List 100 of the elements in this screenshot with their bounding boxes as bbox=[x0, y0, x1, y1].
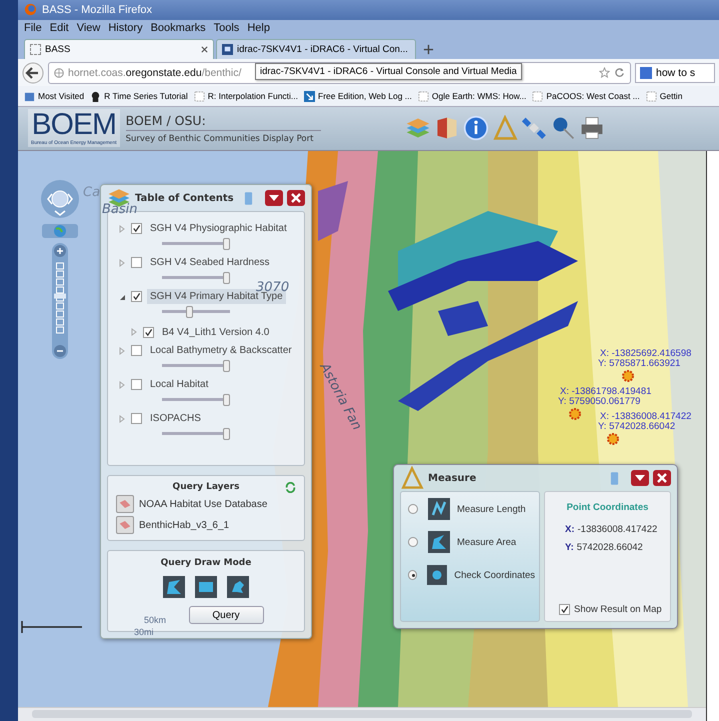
menu-item[interactable]: Tools bbox=[214, 22, 240, 34]
minimize-icon[interactable] bbox=[265, 190, 283, 206]
coordinate-value: -13836008.417422 bbox=[578, 524, 658, 535]
bookmark-item[interactable]: Free Edition, Web Log ... bbox=[304, 90, 412, 102]
option-label[interactable]: Measure Area bbox=[457, 536, 516, 548]
bookmark-item[interactable]: R Time Series Tutorial bbox=[90, 90, 188, 102]
expand-arrow-icon[interactable] bbox=[118, 258, 126, 266]
expand-arrow-icon[interactable] bbox=[118, 346, 126, 354]
bookmark-item[interactable]: R: Interpolation Functi... bbox=[194, 90, 298, 102]
globe-icon[interactable] bbox=[42, 224, 78, 238]
horizontal-scrollbar[interactable] bbox=[18, 707, 706, 721]
layer-name[interactable]: B4 V4_Lith1 Version 4.0 bbox=[159, 324, 272, 340]
menu-item[interactable]: View bbox=[76, 22, 100, 34]
map-region bbox=[318, 181, 348, 241]
menu-item[interactable]: Bookmarks bbox=[150, 22, 206, 34]
blank-page-icon bbox=[646, 90, 657, 102]
browser-tab[interactable]: BASS bbox=[24, 38, 214, 59]
radio-button[interactable] bbox=[408, 537, 418, 547]
blank-page-icon bbox=[30, 44, 41, 55]
close-icon[interactable] bbox=[287, 190, 305, 206]
radio-button[interactable] bbox=[408, 504, 418, 514]
checkbox[interactable] bbox=[559, 604, 570, 615]
slider-thumb[interactable] bbox=[223, 394, 230, 406]
polygon-tool-icon[interactable] bbox=[163, 576, 185, 598]
bookmark-item[interactable]: PaCOOS: West Coast ... bbox=[532, 90, 640, 102]
option-label[interactable]: Check Coordinates bbox=[454, 570, 535, 580]
slider-thumb[interactable] bbox=[223, 238, 230, 250]
query-layer-name: BenthicHab_v3_6_1 bbox=[139, 520, 230, 530]
folder-icon bbox=[24, 90, 35, 102]
eraser-button[interactable] bbox=[116, 516, 134, 534]
location-marker-icon[interactable] bbox=[607, 433, 619, 445]
slider-thumb[interactable] bbox=[223, 272, 230, 284]
layer-checkbox[interactable] bbox=[131, 257, 142, 268]
new-tab-icon[interactable] bbox=[423, 44, 434, 55]
expand-arrow-icon[interactable] bbox=[118, 414, 126, 422]
bookmark-item[interactable]: Most Visited bbox=[24, 90, 84, 102]
search-engine-icon bbox=[640, 66, 652, 79]
reload-icon[interactable] bbox=[614, 67, 625, 78]
line-tool-icon[interactable] bbox=[428, 498, 450, 520]
star-icon[interactable] bbox=[599, 67, 610, 78]
layer-name[interactable]: Local Habitat bbox=[147, 377, 212, 392]
slider-thumb[interactable] bbox=[186, 306, 194, 318]
query-button[interactable]: Query bbox=[188, 606, 264, 624]
layer-name[interactable]: ISOPACHS bbox=[147, 411, 204, 426]
pin-icon[interactable] bbox=[244, 192, 253, 204]
layer-checkbox[interactable] bbox=[131, 345, 142, 356]
collapse-arrow-icon[interactable] bbox=[118, 292, 126, 300]
arrow-icon bbox=[304, 90, 316, 102]
layer-checkbox[interactable] bbox=[131, 291, 142, 302]
pan-control-icon[interactable] bbox=[40, 179, 80, 219]
menu-item[interactable]: Edit bbox=[50, 22, 69, 34]
slider-thumb[interactable] bbox=[223, 360, 230, 372]
scale-label: 50km bbox=[144, 615, 166, 625]
freehand-tool-icon[interactable] bbox=[227, 576, 249, 598]
menu-item[interactable]: File bbox=[24, 22, 42, 34]
location-marker-icon[interactable] bbox=[569, 408, 581, 420]
blank-page-icon bbox=[418, 90, 429, 102]
info-icon[interactable] bbox=[462, 115, 489, 142]
coordinate-value: 5742028.66042 bbox=[576, 542, 643, 553]
coordinate-label: Y: 5742028.66042 bbox=[598, 421, 676, 432]
layer-checkbox[interactable] bbox=[131, 413, 142, 424]
menu-item[interactable]: Help bbox=[247, 22, 270, 34]
person-icon bbox=[90, 90, 102, 102]
zoom-thumb[interactable] bbox=[54, 294, 66, 299]
blank-page-icon bbox=[532, 90, 544, 102]
minimize-icon[interactable] bbox=[631, 470, 649, 486]
search-field[interactable]: how to s bbox=[635, 62, 715, 83]
expand-arrow-icon[interactable] bbox=[118, 224, 126, 232]
layer-name[interactable]: SGH V4 Physiographic Habitat bbox=[147, 221, 290, 236]
radio-button[interactable] bbox=[408, 570, 418, 580]
checkbox-label[interactable]: Show Result on Map bbox=[574, 604, 662, 615]
layer-checkbox[interactable] bbox=[131, 223, 142, 234]
browser-tab[interactable]: idrac-7SKV4V1 - iDRAC6 - Virtual Con... bbox=[216, 38, 416, 59]
eraser-button[interactable] bbox=[116, 495, 134, 513]
layer-checkbox[interactable] bbox=[131, 379, 142, 390]
bookmark-item[interactable]: Gettin bbox=[646, 90, 682, 102]
point-tool-icon[interactable] bbox=[427, 564, 448, 586]
expand-arrow-icon[interactable] bbox=[130, 328, 138, 336]
slider-thumb[interactable] bbox=[223, 428, 230, 440]
coordinate-label: X: -13825692.416598 bbox=[600, 348, 692, 359]
panel-title: Table of Contents bbox=[135, 192, 234, 204]
menu-item[interactable]: History bbox=[108, 22, 143, 34]
pin-icon[interactable] bbox=[610, 472, 619, 484]
layer-checkbox[interactable] bbox=[143, 326, 154, 338]
scale-label: 30mi bbox=[134, 627, 154, 637]
monitor-icon bbox=[222, 44, 233, 55]
option-label[interactable]: Measure Length bbox=[457, 504, 526, 514]
globe-icon bbox=[54, 68, 64, 78]
close-icon[interactable] bbox=[201, 46, 208, 53]
location-marker-icon[interactable] bbox=[622, 370, 634, 382]
layer-name[interactable]: Local Bathymetry & Backscatter bbox=[147, 343, 295, 358]
rectangle-tool-icon[interactable] bbox=[195, 576, 217, 598]
polygon-tool-icon[interactable] bbox=[428, 531, 450, 553]
printer-icon[interactable] bbox=[578, 115, 605, 142]
expand-arrow-icon[interactable] bbox=[118, 380, 126, 388]
close-icon[interactable] bbox=[653, 470, 671, 486]
bookmark-item[interactable]: Ogle Earth: WMS: How... bbox=[418, 90, 526, 102]
zoom-slider[interactable] bbox=[52, 243, 68, 359]
refresh-icon[interactable] bbox=[285, 482, 296, 492]
layer-name[interactable]: SGH V4 Seabed Hardness bbox=[147, 255, 273, 270]
